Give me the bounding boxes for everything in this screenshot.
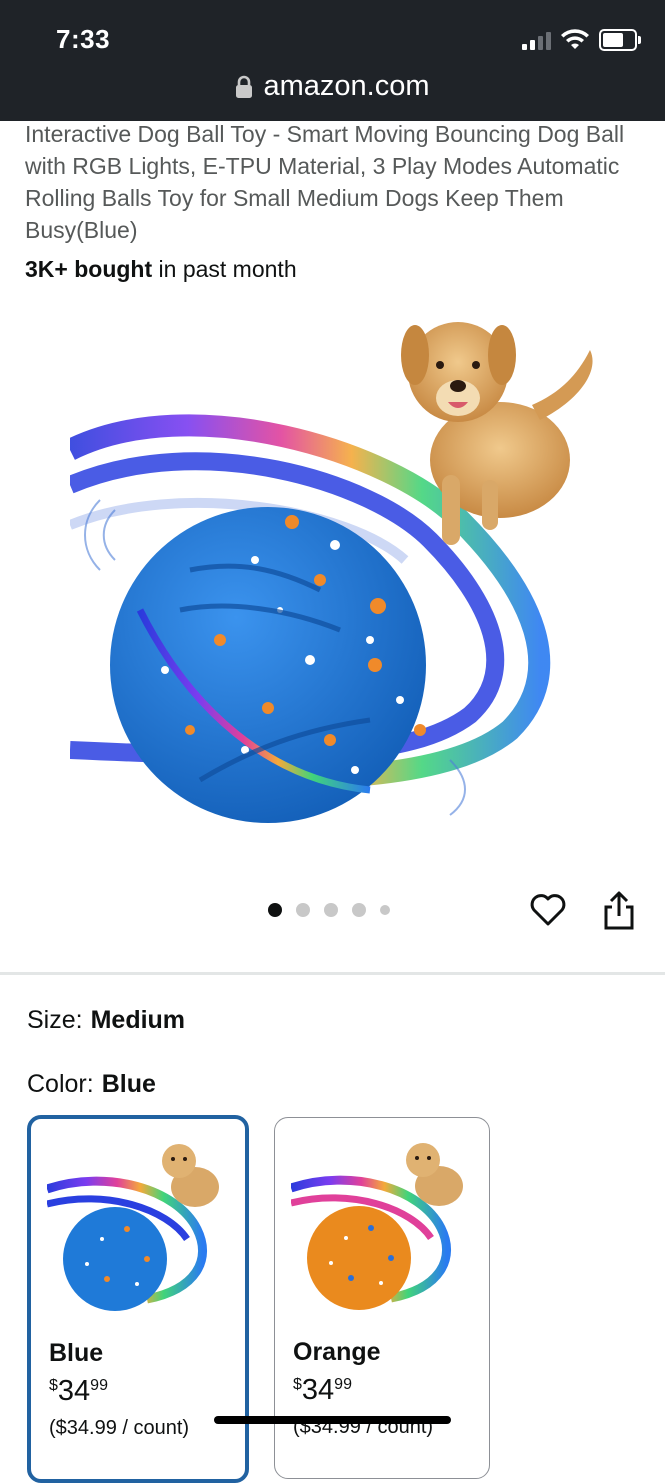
price-whole: 34 — [301, 1374, 335, 1406]
status-time: 7:33 — [56, 24, 111, 54]
variant-card-orange[interactable]: Orange $3499 ($34.99 / count) — [274, 1117, 490, 1479]
carousel-dot[interactable] — [268, 903, 282, 917]
variant-name: Blue — [49, 1339, 104, 1367]
variant-unit-price: ($34.99 / count) — [49, 1417, 190, 1439]
size-selector[interactable]: Size: Medium — [27, 1006, 185, 1035]
carousel-dot[interactable] — [352, 903, 366, 917]
variant-card-blue[interactable]: Blue $3499 ($34.99 / count) — [27, 1115, 249, 1483]
variant-thumbnail — [47, 1144, 219, 1311]
url-text: amazon.com — [263, 70, 430, 102]
url-bar[interactable]: amazon.com — [0, 70, 665, 103]
home-indicator[interactable] — [214, 1416, 451, 1424]
product-title[interactable]: Interactive Dog Ball Toy - Smart Moving … — [25, 118, 640, 246]
battery-icon — [599, 29, 641, 51]
ball-swatch — [307, 1206, 411, 1310]
signal-icon — [522, 30, 551, 50]
status-icons — [522, 26, 641, 54]
wifi-icon — [561, 29, 589, 49]
bought-count: 3K+ bought — [25, 256, 153, 282]
price-whole: 34 — [57, 1375, 91, 1407]
color-label: Color: — [27, 1070, 94, 1098]
variant-name: Orange — [293, 1338, 381, 1366]
ball-swatch — [63, 1207, 167, 1311]
carousel-dot[interactable] — [324, 903, 338, 917]
section-divider — [0, 972, 665, 975]
carousel-dot[interactable] — [380, 905, 390, 915]
color-value: Blue — [101, 1070, 156, 1098]
variant-price: $3499 — [293, 1374, 352, 1407]
carousel-dot[interactable] — [296, 903, 310, 917]
price-currency: $ — [49, 1377, 58, 1394]
price-currency: $ — [293, 1376, 302, 1393]
variant-thumbnail — [291, 1143, 463, 1310]
browser-header: 7:33 amazon.com — [0, 0, 665, 121]
bought-badge: 3K+ bought in past month — [25, 256, 297, 283]
product-main-image[interactable] — [70, 310, 600, 835]
price-fraction: 99 — [90, 1377, 108, 1394]
size-label: Size: — [27, 1006, 83, 1034]
lock-icon — [236, 76, 253, 99]
share-icon[interactable] — [600, 890, 638, 932]
image-carousel-dots[interactable] — [268, 903, 390, 917]
bought-period: in past month — [152, 256, 297, 282]
price-fraction: 99 — [334, 1376, 352, 1393]
variant-price: $3499 — [49, 1375, 108, 1408]
heart-icon[interactable] — [528, 890, 568, 930]
size-value: Medium — [90, 1006, 186, 1034]
color-selector: Color: Blue — [27, 1070, 156, 1099]
